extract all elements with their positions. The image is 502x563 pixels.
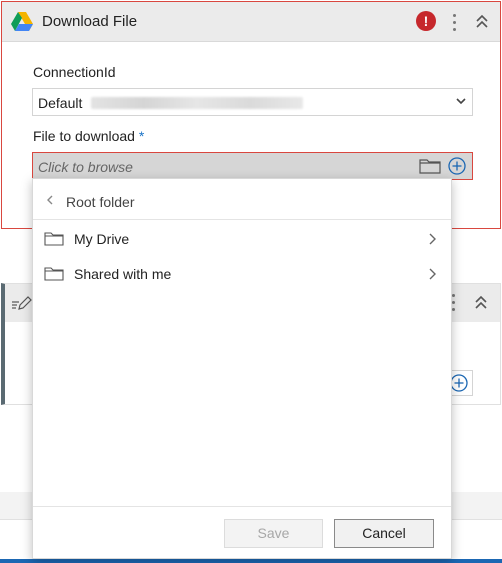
folder-label: My Drive xyxy=(74,231,130,247)
folder-item-my-drive[interactable]: My Drive xyxy=(33,221,451,255)
file-browser-popup: Root folder My Drive Shared with me Save… xyxy=(32,178,452,559)
required-marker: * xyxy=(138,128,145,144)
file-placeholder: Click to browse xyxy=(38,159,133,175)
cancel-button[interactable]: Cancel xyxy=(334,519,434,548)
footer-divider xyxy=(33,506,451,507)
connection-value: Default xyxy=(38,95,83,111)
edit-icon xyxy=(12,296,32,310)
folder-icon xyxy=(44,232,64,246)
connection-label: ConnectionId xyxy=(33,64,116,80)
chevron-down-icon xyxy=(456,98,466,105)
add-circle-icon[interactable] xyxy=(447,156,467,176)
redacted-connection-text xyxy=(91,97,303,109)
error-icon[interactable]: ! xyxy=(416,11,436,31)
chevron-right-icon[interactable] xyxy=(428,233,436,245)
more-options-icon[interactable] xyxy=(452,294,456,312)
file-to-download-label: File to download * xyxy=(33,128,145,144)
folder-icon xyxy=(44,267,64,281)
collapse-icon[interactable] xyxy=(474,295,488,311)
root-folder-link[interactable]: Root folder xyxy=(66,194,134,210)
folder-label: Shared with me xyxy=(74,266,172,282)
collapse-icon[interactable] xyxy=(475,14,489,30)
chevron-right-icon[interactable] xyxy=(428,268,436,280)
folder-icon[interactable] xyxy=(419,158,441,174)
connection-select[interactable]: Default xyxy=(32,88,473,116)
folder-item-shared-with-me[interactable]: Shared with me xyxy=(33,256,451,290)
add-circle-icon xyxy=(450,374,468,392)
save-button[interactable]: Save xyxy=(224,519,323,548)
card-title: Download File xyxy=(42,13,138,30)
more-options-icon[interactable] xyxy=(453,14,457,32)
card-header: Download File ! xyxy=(2,2,500,42)
chevron-left-icon[interactable] xyxy=(46,195,54,205)
google-drive-icon xyxy=(11,12,33,31)
breadcrumb[interactable]: Root folder xyxy=(33,179,451,220)
file-browse-input[interactable]: Click to browse xyxy=(32,152,473,180)
accent-bar xyxy=(0,559,502,563)
